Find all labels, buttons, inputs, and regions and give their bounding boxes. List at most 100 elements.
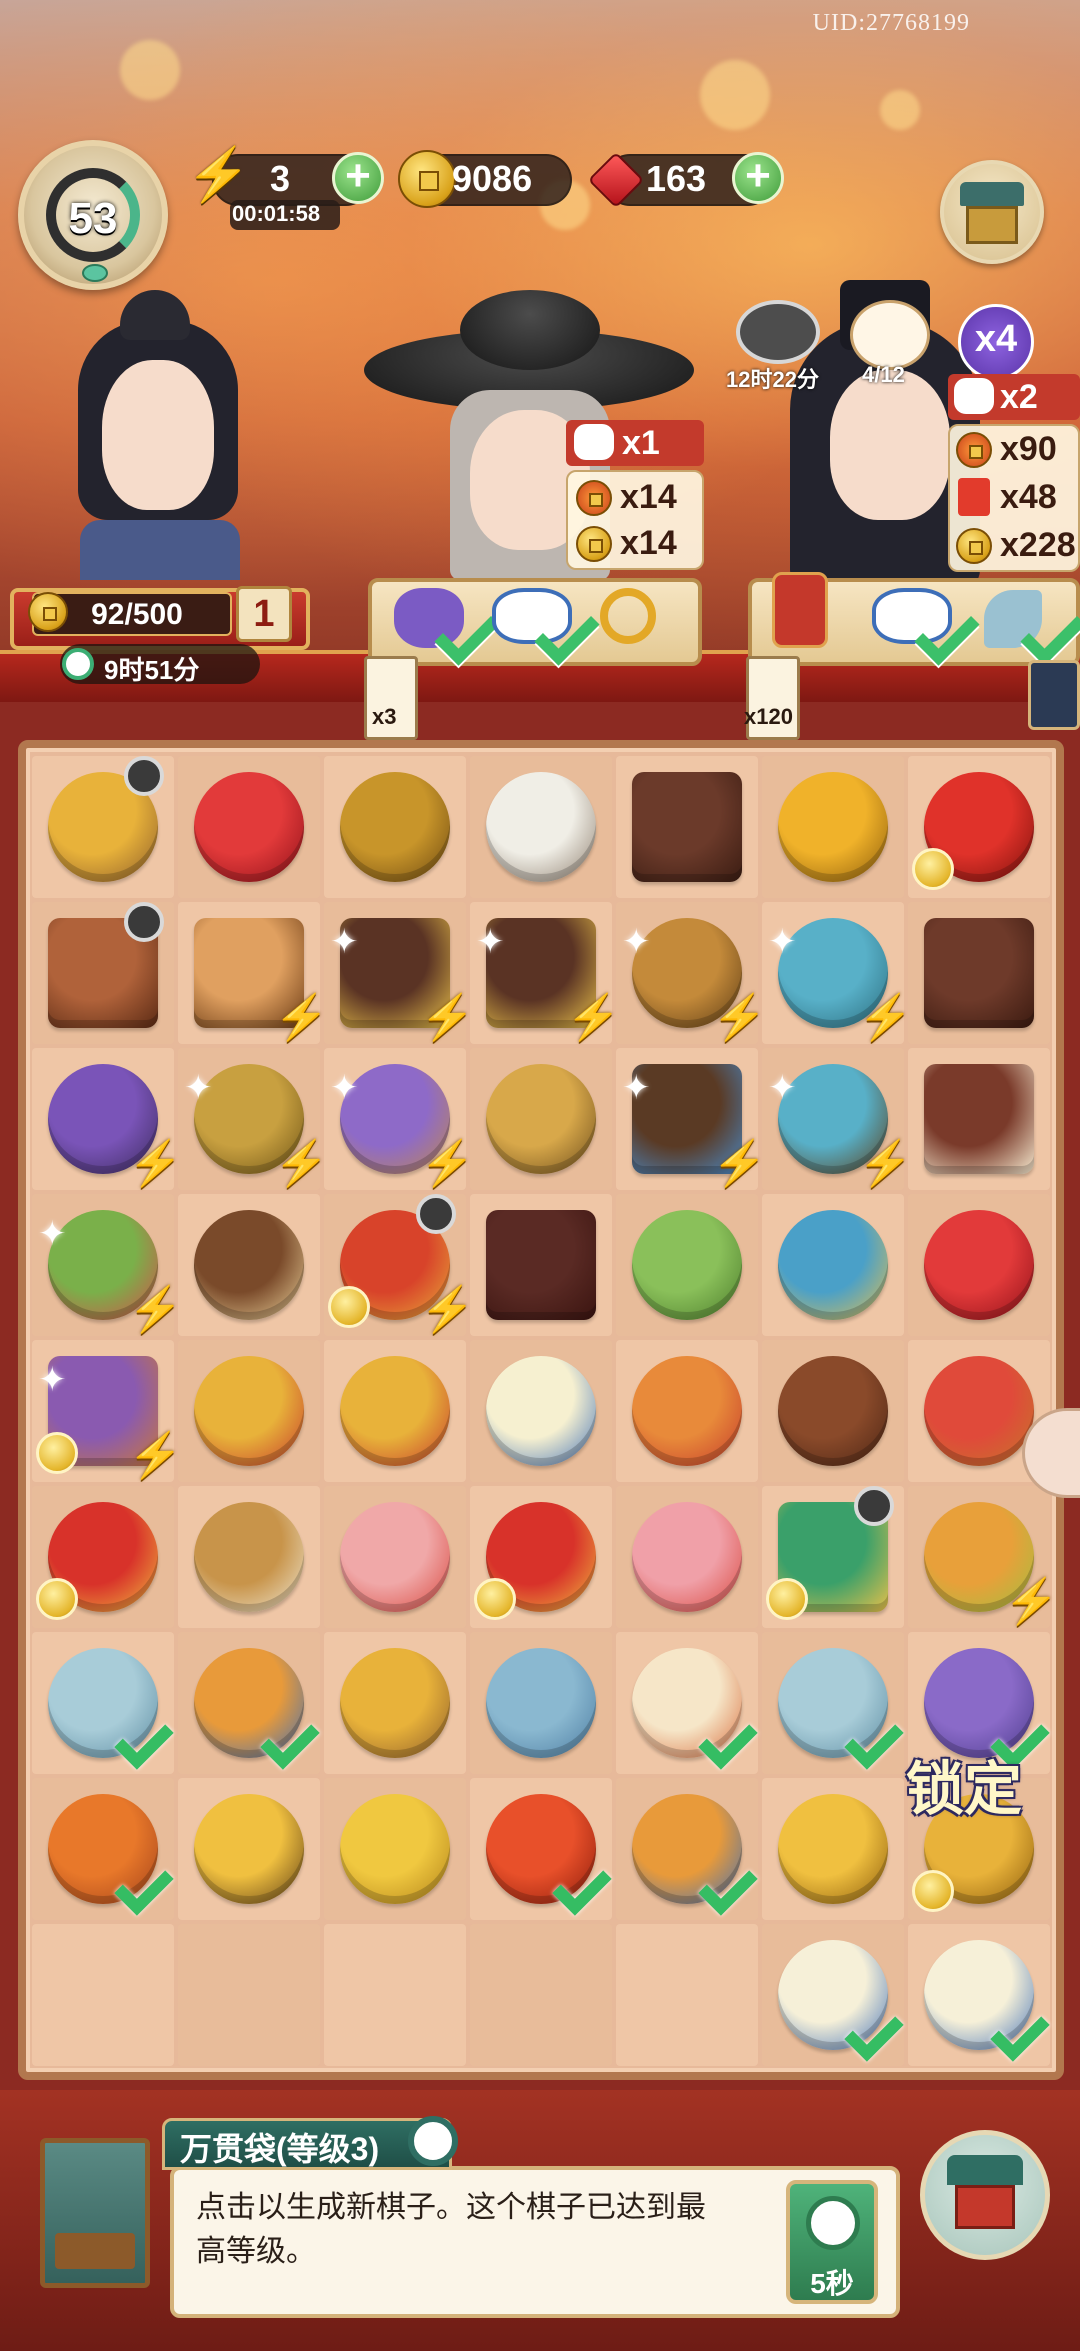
shop-gate-button[interactable]	[940, 160, 1044, 264]
empty-cell[interactable]	[616, 1924, 758, 2066]
order-tray-right[interactable]	[748, 572, 1080, 666]
board-cell[interactable]: ⚡	[178, 902, 329, 1044]
npc-character-left[interactable]	[70, 290, 250, 580]
check-icon	[548, 1866, 606, 1916]
board-cell[interactable]: ⚡	[908, 1486, 1059, 1628]
palace-lantern-icon	[340, 1356, 450, 1466]
board-cell[interactable]	[908, 902, 1050, 1044]
board-cell[interactable]	[762, 1486, 904, 1628]
gold-coin-icon	[778, 1794, 888, 1904]
board-cell[interactable]	[324, 1486, 466, 1628]
board-cell[interactable]: ⚡ ✦	[762, 1048, 913, 1190]
check-icon	[110, 1866, 168, 1916]
pink-buns-icon	[632, 1502, 742, 1612]
board-cell[interactable]	[32, 1632, 174, 1774]
temple-body-icon	[955, 2185, 1015, 2229]
affection-value: 92/500	[91, 598, 183, 631]
board-cell[interactable]	[616, 1486, 758, 1628]
clock-icon	[806, 2196, 860, 2250]
hat-crown	[460, 290, 600, 370]
magnifier-icon[interactable]	[408, 2116, 458, 2166]
board-cell[interactable]	[762, 756, 904, 898]
gate-body-icon	[966, 206, 1018, 244]
board-cell[interactable]: ⚡ ✦	[470, 902, 621, 1044]
check-icon	[912, 610, 970, 660]
board-cell[interactable]	[908, 1194, 1050, 1336]
add-gems-button[interactable]: +	[732, 152, 784, 204]
board-cell[interactable]	[470, 1194, 612, 1336]
board-cell[interactable]	[908, 1924, 1050, 2066]
board-cell[interactable]	[616, 756, 758, 898]
board-cell[interactable]: ⚡ ✦	[616, 1048, 767, 1190]
board-cell[interactable]: ⚡	[324, 1194, 475, 1336]
board-cell[interactable]	[32, 1778, 174, 1920]
board-cell[interactable]	[178, 756, 320, 898]
cooking-pot-icon[interactable]	[736, 300, 820, 364]
watermelon-platter-icon	[924, 1356, 1034, 1466]
fruit-plate-icon	[632, 1356, 742, 1466]
board-cell[interactable]	[470, 756, 612, 898]
cat-icon	[574, 424, 614, 460]
board-cell[interactable]	[324, 1632, 466, 1774]
board-cell[interactable]	[178, 1632, 320, 1774]
board-cell[interactable]	[324, 1340, 466, 1482]
board-cell[interactable]	[470, 1340, 612, 1482]
empty-cell[interactable]	[470, 1924, 612, 2066]
board-cell[interactable]: ⚡ ✦	[324, 902, 475, 1044]
speed-up-label: 5秒	[810, 2268, 854, 2299]
board-cell[interactable]	[324, 756, 466, 898]
empty-cell[interactable]	[178, 1924, 320, 2066]
energy-bolt-icon: ⚡	[566, 993, 621, 1042]
board-cell[interactable]	[470, 1048, 612, 1190]
brush-bundle-icon	[486, 1064, 596, 1174]
board-cell[interactable]	[908, 1048, 1050, 1190]
board-cell[interactable]	[616, 1632, 758, 1774]
board-cell[interactable]	[616, 1340, 758, 1482]
energy-bolt-icon: ⚡	[420, 1139, 475, 1188]
board-cell[interactable]	[470, 1778, 612, 1920]
add-energy-button[interactable]: +	[332, 152, 384, 204]
board-cell[interactable]	[32, 902, 174, 1044]
board-cell[interactable]: ⚡ ✦	[178, 1048, 329, 1190]
board-cell[interactable]: ⚡	[32, 1048, 183, 1190]
cat-progress-icon[interactable]	[850, 300, 930, 370]
order-tray-middle[interactable]	[368, 578, 702, 666]
board-cell[interactable]	[908, 756, 1050, 898]
board-cell[interactable]	[178, 1340, 320, 1482]
sparkle-icon: ✦	[476, 923, 505, 961]
board-cell[interactable]: ⚡ ✦	[762, 902, 913, 1044]
board-cell[interactable]	[470, 1486, 612, 1628]
board-cell[interactable]	[178, 1194, 320, 1336]
storage-cabinet-button[interactable]	[40, 2138, 150, 2288]
board-cell[interactable]	[178, 1778, 320, 1920]
board-cell[interactable]: ⚡ ✦	[32, 1194, 183, 1336]
board-cell[interactable]	[762, 1924, 904, 2066]
board-cell[interactable]: ⚡ ✦	[616, 902, 767, 1044]
board-cell[interactable]	[470, 1632, 612, 1774]
cat-progress: 4/12	[862, 362, 905, 387]
bamboo-slips-icon	[632, 1210, 742, 1320]
board-cell[interactable]	[324, 1778, 466, 1920]
board-cell[interactable]	[32, 756, 174, 898]
check-icon	[840, 2012, 898, 2062]
board-cell[interactable]: ⚡ ✦	[32, 1340, 183, 1482]
board-cell[interactable]	[616, 1194, 758, 1336]
check-icon	[694, 1866, 752, 1916]
board-cell[interactable]	[32, 1486, 174, 1628]
board-cell[interactable]	[762, 1194, 904, 1336]
board-cell[interactable]: ⚡ ✦	[324, 1048, 475, 1190]
board-cell[interactable]	[762, 1632, 904, 1774]
gold-leaves-icon	[340, 1794, 450, 1904]
coin-badge-icon	[36, 1432, 78, 1474]
timer-icon	[854, 1486, 894, 1526]
player-level-badge[interactable]: 53	[18, 140, 168, 290]
energy-bolt-icon: ⚡	[1004, 1577, 1059, 1626]
empty-cell[interactable]	[32, 1924, 174, 2066]
board-cell[interactable]	[616, 1778, 758, 1920]
empty-cell[interactable]	[324, 1924, 466, 2066]
board-cell[interactable]	[762, 1778, 904, 1920]
board-cell[interactable]	[762, 1340, 904, 1482]
temple-button[interactable]	[920, 2130, 1050, 2260]
board-cell[interactable]	[178, 1486, 320, 1628]
card-deck-button[interactable]	[1028, 660, 1080, 730]
